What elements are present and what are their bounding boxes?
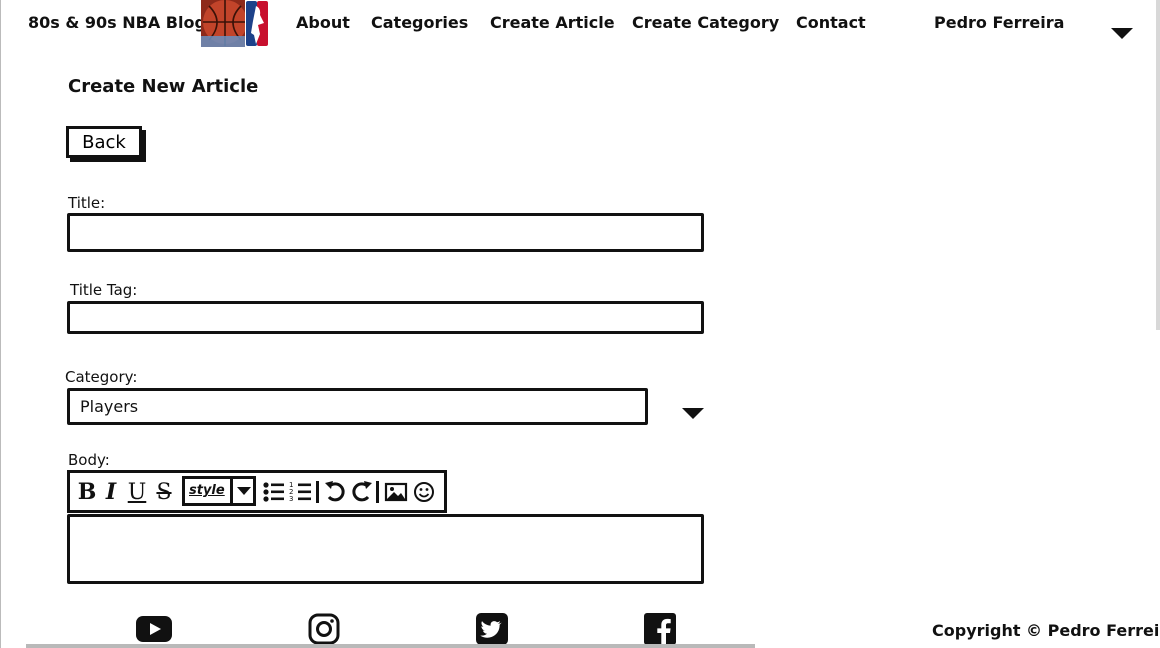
nav-link-contact[interactable]: Contact — [796, 13, 866, 32]
page-title: Create New Article — [68, 76, 259, 97]
title-label: Title: — [68, 194, 106, 212]
body-label: Body: — [68, 451, 110, 469]
category-select[interactable] — [67, 388, 648, 425]
italic-button[interactable]: I — [102, 476, 120, 508]
style-dropdown-divider — [230, 479, 233, 503]
toolbar-separator — [376, 481, 379, 503]
nba-logo-image[interactable] — [201, 0, 269, 47]
style-chevron-down-icon — [237, 487, 251, 495]
instagram-icon[interactable] — [308, 613, 340, 645]
nav-link-create-category[interactable]: Create Category — [632, 13, 779, 32]
bullet-list-icon[interactable] — [262, 476, 286, 508]
style-dropdown[interactable]: style — [182, 476, 256, 506]
redo-icon[interactable] — [350, 476, 374, 508]
page-edge — [0, 0, 1, 648]
undo-icon[interactable] — [323, 476, 347, 508]
back-button[interactable]: Back — [66, 126, 142, 158]
youtube-icon[interactable] — [136, 616, 172, 642]
svg-text:3: 3 — [289, 495, 293, 503]
title-input[interactable] — [67, 213, 704, 252]
nav-link-categories[interactable]: Categories — [371, 13, 468, 32]
vertical-scrollbar[interactable] — [1156, 0, 1160, 330]
navbar: 80s & 90s NBA Blog About Categories Crea… — [0, 0, 1160, 48]
user-menu-chevron-down-icon[interactable] — [1111, 28, 1133, 40]
nav-link-about[interactable]: About — [296, 13, 350, 32]
editor-toolbar: B I U S style 1 2 3 — [67, 470, 447, 513]
style-dropdown-label: style — [189, 483, 225, 498]
horizontal-scrollbar[interactable] — [26, 644, 755, 648]
category-label: Category: — [65, 368, 138, 386]
title-tag-label: Title Tag: — [70, 281, 138, 299]
bold-button[interactable]: B — [76, 476, 98, 508]
facebook-icon[interactable] — [644, 613, 676, 645]
numbered-list-icon[interactable]: 1 2 3 — [289, 476, 313, 508]
underline-button[interactable]: U — [126, 476, 148, 508]
insert-image-icon[interactable] — [384, 476, 408, 508]
category-chevron-down-icon[interactable] — [682, 408, 704, 420]
twitter-icon[interactable] — [476, 613, 508, 645]
nav-link-create-article[interactable]: Create Article — [490, 13, 615, 32]
title-tag-input[interactable] — [67, 301, 704, 334]
body-editor[interactable] — [67, 514, 704, 584]
user-menu-name[interactable]: Pedro Ferreira — [934, 13, 1064, 32]
toolbar-separator — [316, 481, 319, 503]
copyright-text: Copyright © Pedro Ferreira — [932, 621, 1160, 640]
emoji-icon[interactable] — [412, 476, 436, 508]
strikethrough-button[interactable]: S — [154, 476, 174, 508]
brand-name[interactable]: 80s & 90s NBA Blog — [28, 13, 206, 32]
category-selected-value: Players — [80, 397, 139, 416]
